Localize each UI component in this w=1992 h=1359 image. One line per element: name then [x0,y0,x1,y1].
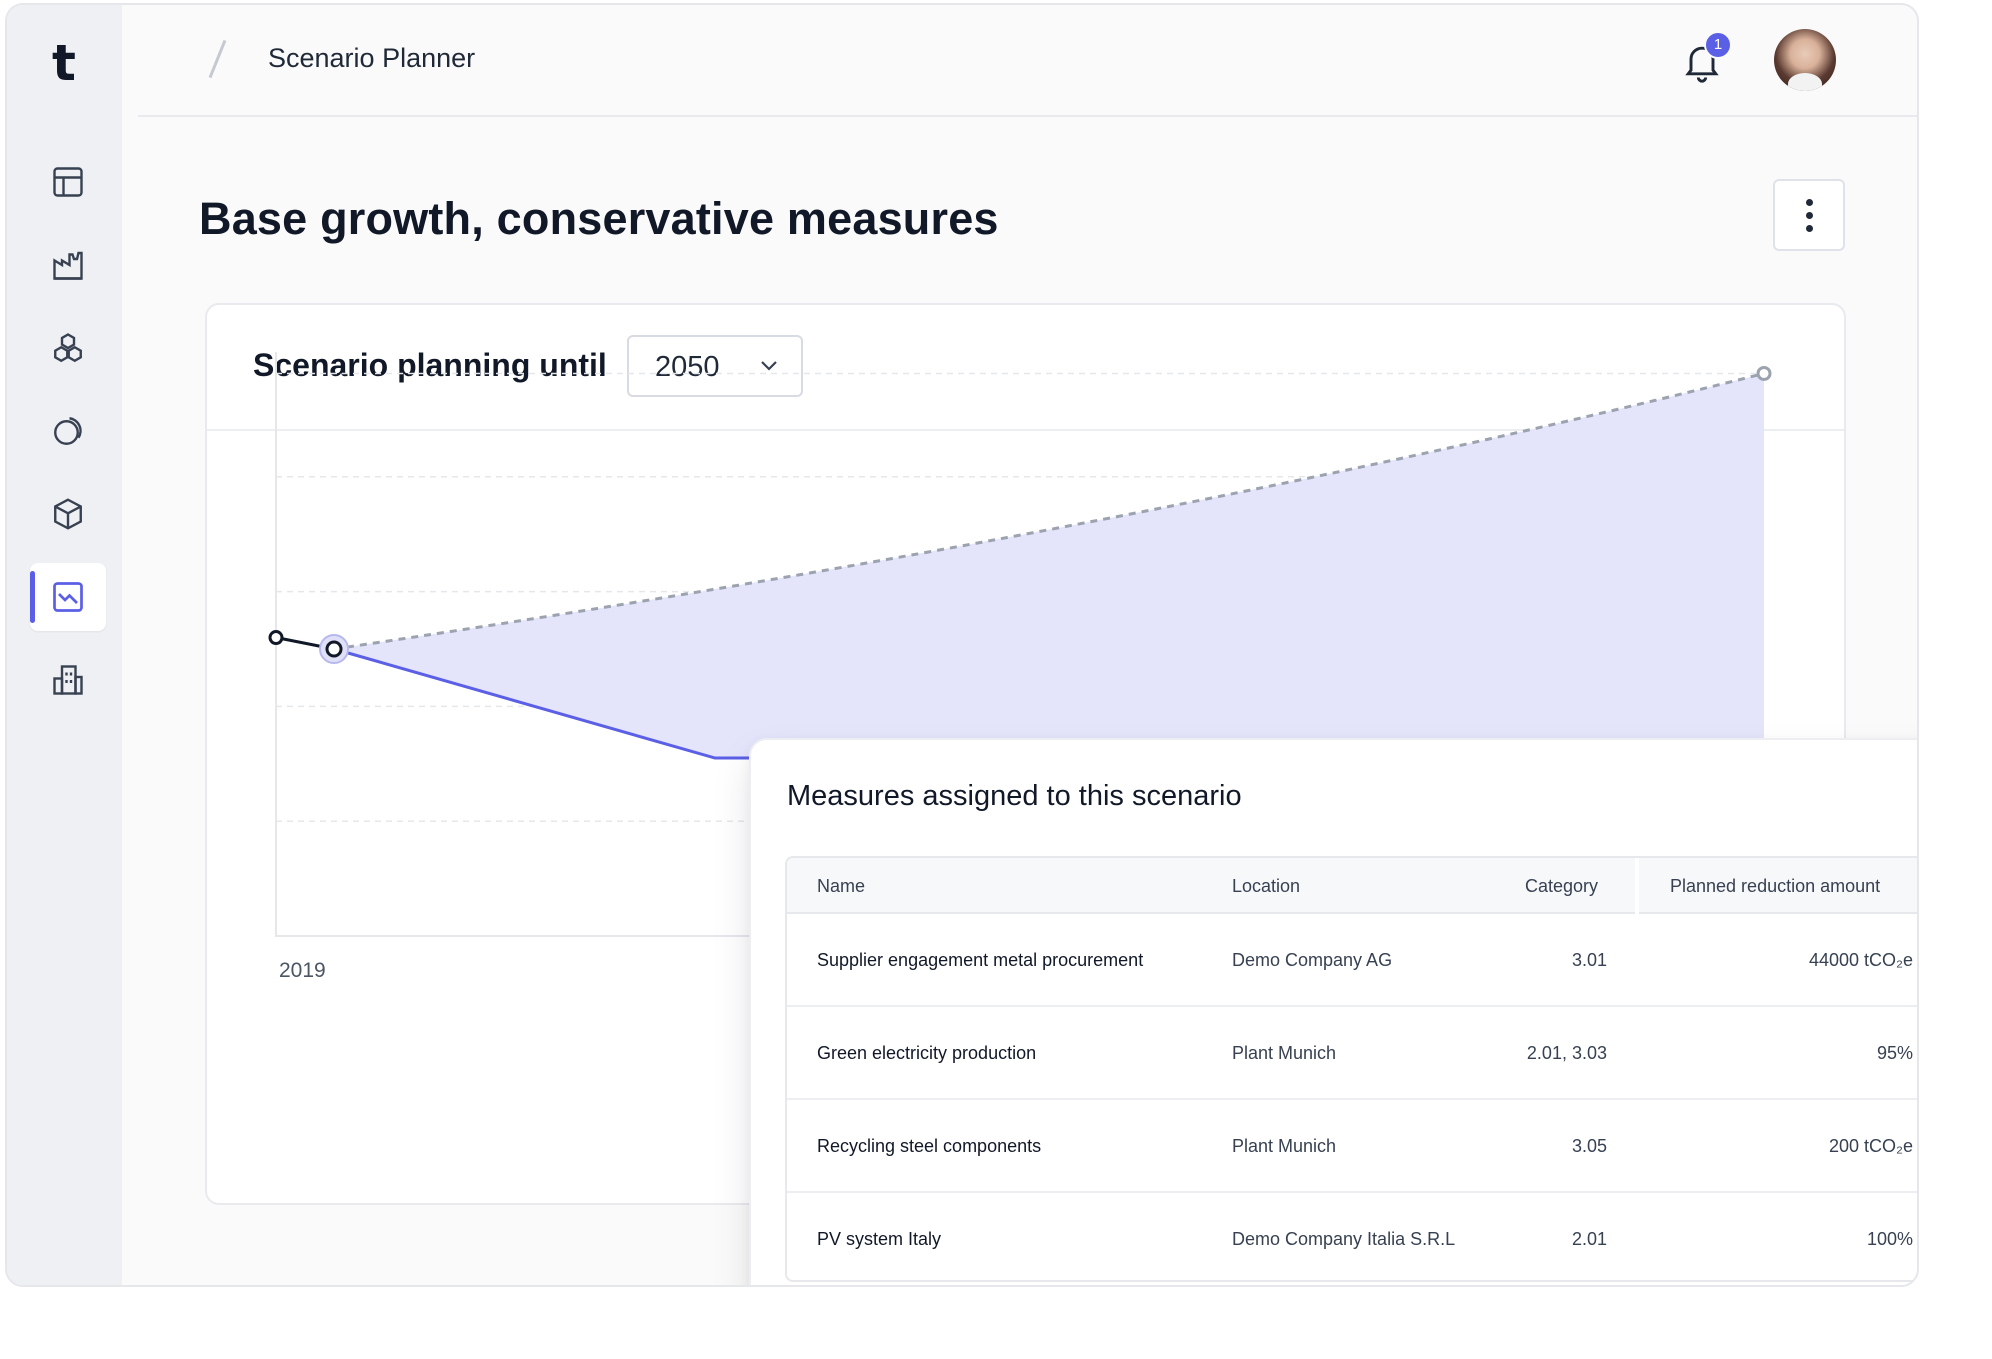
table-row[interactable]: PV system Italy Demo Company Italia S.R.… [787,1193,1917,1280]
chart-trend-icon [53,582,83,612]
x-tick-label: 2019 [279,959,326,982]
end-point-marker [1756,365,1772,381]
sidebar-item-cycles[interactable] [30,397,106,465]
column-header-name[interactable]: Name [817,876,865,897]
avatar[interactable] [1774,29,1836,91]
column-header-category[interactable]: Category [1525,876,1598,897]
measures-table: Name Location Category Planned reduction… [785,856,1917,1282]
measure-amount: 95% [1876,1043,1913,1063]
sidebar-item-organization[interactable] [30,646,106,714]
measure-category: 2.01 [1571,1229,1607,1249]
measure-location: Demo Company Italia S.R.L [1232,1229,1456,1249]
measure-category: 3.05 [1571,1136,1607,1156]
measure-name: PV system Italy [817,1229,942,1249]
kebab-dot-icon [1805,211,1813,219]
page-title: Base growth, conservative measures [199,193,999,244]
table-row[interactable]: Green electricity production Plant Munic… [787,1007,1917,1100]
hexagons-icon [54,333,82,363]
table-row[interactable]: Supplier engagement metal procurement De… [787,914,1917,1007]
kebab-dot-icon [1805,198,1813,206]
reduction-area [334,373,1764,759]
measures-title: Measures assigned to this scenario [787,780,1242,812]
sidebar-item-modules[interactable] [30,314,106,382]
more-options-button[interactable] [1773,179,1845,251]
top-bar: Scenario Planner 1 [138,5,1917,117]
measure-location: Demo Company AG [1232,950,1393,970]
column-header-location[interactable]: Location [1232,876,1300,897]
start-point-marker [268,630,284,646]
box-icon [54,498,82,530]
app-window: t Scenario Planner 1 Base growth, conser… [5,3,1919,1287]
breadcrumb-separator [208,39,227,79]
measure-location: Plant Munich [1232,1043,1337,1063]
measure-amount: 200 tCO₂e [1828,1136,1913,1156]
measure-name: Green electricity production [817,1043,1037,1063]
sidebar-item-dashboard[interactable] [30,148,106,216]
measure-location: Plant Munich [1232,1136,1337,1156]
sidebar-item-products[interactable] [30,480,106,548]
measure-category: 3.01 [1571,950,1607,970]
sidebar: t [7,5,122,1285]
measure-amount: 100% [1866,1229,1913,1249]
circle-swirl-icon [54,417,82,445]
logo: t [52,34,76,92]
measures-panel: Measures assigned to this scenario Name … [749,738,1917,1285]
sidebar-item-facilities[interactable] [30,231,106,299]
column-separator [1635,858,1639,914]
column-header-reduction[interactable]: Planned reduction amount [1670,876,1880,897]
breadcrumb[interactable]: Scenario Planner [268,43,475,74]
measure-amount: 44000 tCO₂e [1808,950,1913,970]
table-row[interactable]: Recycling steel components Plant Munich … [787,1100,1917,1193]
table-header: Name Location Category Planned reduction… [787,858,1917,914]
measure-category: 2.01, 3.03 [1526,1043,1607,1063]
building-icon [53,665,83,695]
notification-badge: 1 [1704,31,1732,59]
factory-icon [53,251,83,280]
measure-name: Supplier engagement metal procurement [817,950,1144,970]
measure-name: Recycling steel components [817,1136,1042,1156]
sidebar-item-scenarios[interactable] [30,563,106,631]
current-point-marker [325,640,343,658]
kebab-dot-icon [1805,224,1813,232]
layout-icon [53,167,83,197]
